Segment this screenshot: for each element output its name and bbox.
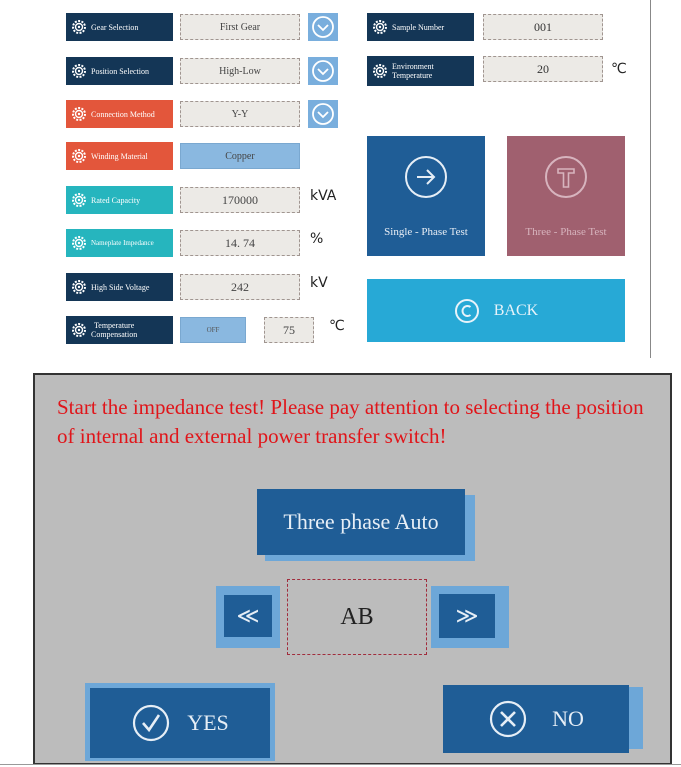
sample-number-input[interactable]: 001 [483,14,603,40]
gear-icon [72,149,86,163]
impedance-test-dialog: Start the impedance test! Please pay att… [33,373,672,765]
check-circle-icon [133,704,170,742]
nameplate-impedance-label: Nameplate Impedance [66,229,173,257]
prev-phase-button[interactable]: ≪ [224,595,272,637]
gear-icon [373,64,387,78]
winding-material-field[interactable]: Copper [180,143,300,169]
rated-capacity-input[interactable]: 170000 [180,187,300,213]
connection-method-label: Connection Method [66,100,173,128]
phase-display: AB [287,579,427,655]
gear-icon [72,323,86,337]
cancel-circle-icon [490,700,527,738]
chevron-down-icon [312,60,334,82]
next-phase-button[interactable]: ≫ [439,594,495,638]
arrow-right-circle-icon [405,156,447,198]
three-phase-test-label: Three - Phase Test [525,226,607,238]
temperature-compensation-input[interactable]: 75 [264,317,314,343]
gear-icon [373,20,387,34]
gear-selection-dropdown-button[interactable] [308,13,338,41]
connection-method-field[interactable]: Y-Y [180,101,300,127]
rated-capacity-label: Rated Capacity [66,186,173,214]
nameplate-impedance-input[interactable]: 14. 74 [180,230,300,256]
gear-icon [72,193,86,207]
gear-icon [72,236,86,250]
test-settings-panel: Gear Selection First Gear Position Selec… [52,0,651,358]
back-button[interactable]: BACK [367,279,625,342]
warning-message: Start the impedance test! Please pay att… [57,395,644,448]
t-circle-icon [545,156,587,198]
gear-selection-field[interactable]: First Gear [180,14,300,40]
temperature-compensation-toggle[interactable]: OFF [180,317,246,343]
yes-label: YES [187,710,229,735]
environment-temperature-unit: ℃ [611,61,627,77]
back-icon [454,298,479,323]
three-phase-auto-button[interactable]: Three phase Auto [257,489,465,555]
three-phase-test-button[interactable]: Three - Phase Test [507,136,625,256]
winding-material-label: Winding Material [66,142,173,170]
chevron-down-icon [312,16,334,38]
rated-capacity-unit: kVA [310,188,337,204]
gear-icon [72,280,86,294]
position-selection-field[interactable]: High-Low [180,58,300,84]
position-selection-dropdown-button[interactable] [308,57,338,85]
chevron-down-icon [312,103,334,125]
nameplate-impedance-unit: % [310,231,324,247]
sample-number-label: Sample Number [367,13,474,41]
gear-selection-label: Gear Selection [66,13,173,41]
environment-temperature-label: Environment Temperature [367,56,474,86]
single-phase-test-button[interactable]: Single - Phase Test [367,136,485,256]
bottom-divider [0,764,681,765]
high-side-voltage-unit: kV [310,275,328,291]
connection-method-dropdown-button[interactable] [308,100,338,128]
temperature-compensation-unit: ℃ [329,318,345,334]
yes-button[interactable]: YES [90,688,270,758]
position-selection-label: Position Selection [66,57,173,85]
environment-temperature-input[interactable]: 20 [483,56,603,82]
gear-icon [72,20,86,34]
back-label: BACK [493,301,539,319]
gear-icon [72,64,86,78]
no-label: NO [552,706,584,731]
temperature-compensation-label: Temperature Compensation [66,316,173,344]
single-phase-test-label: Single - Phase Test [384,226,468,238]
high-side-voltage-label: High Side Voltage [66,273,173,301]
gear-icon [72,107,86,121]
no-button[interactable]: NO [443,685,629,753]
high-side-voltage-input[interactable]: 242 [180,274,300,300]
